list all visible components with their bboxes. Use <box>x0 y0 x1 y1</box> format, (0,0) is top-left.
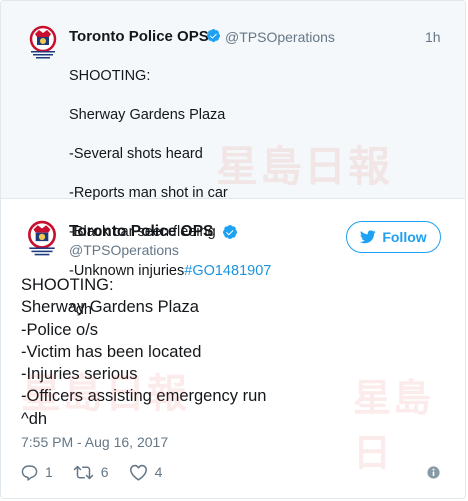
parent-line: -Reports man shot in car <box>69 184 228 201</box>
verified-badge-icon <box>222 225 237 239</box>
like-count: 4 <box>154 464 163 480</box>
reply-icon <box>21 464 38 481</box>
parent-author-handle[interactable]: @TPSOperations <box>225 29 335 45</box>
parent-avatar[interactable] <box>25 25 61 61</box>
twitter-bird-icon <box>360 230 377 244</box>
tweet-timestamp[interactable]: 7:55 PM - Aug 16, 2017 <box>21 434 168 450</box>
verified-badge-icon <box>206 28 221 43</box>
main-author-name[interactable]: Toronto Police OPS <box>69 223 213 241</box>
parent-author-name[interactable]: Toronto Police OPS <box>69 28 209 45</box>
info-icon[interactable] <box>427 466 440 479</box>
parent-time[interactable]: 1h <box>425 29 441 45</box>
police-badge-icon <box>29 25 57 59</box>
tweet-actions: 1 6 4 <box>21 462 182 482</box>
main-tweet-text: SHOOTING: Sherway Gardens Plaza -Police … <box>21 276 267 428</box>
parent-line: Sherway Gardens Plaza <box>69 106 226 123</box>
like-icon <box>129 464 147 481</box>
follow-button[interactable]: Follow <box>346 221 441 253</box>
main-avatar[interactable] <box>23 220 61 258</box>
like-button[interactable]: 4 <box>129 464 163 481</box>
retweet-icon <box>73 465 94 479</box>
parent-tweet[interactable]: Toronto Police OPS @TPSOperations 1h SHO… <box>1 1 465 318</box>
retweet-count: 6 <box>100 464 109 480</box>
reply-button[interactable]: 1 <box>21 464 53 481</box>
reply-count: 1 <box>45 464 53 480</box>
main-author-handle[interactable]: @TPSOperations <box>69 242 179 258</box>
parent-line: SHOOTING: <box>69 67 151 84</box>
embedded-tweet: Toronto Police OPS @TPSOperations 1h SHO… <box>0 0 466 499</box>
police-badge-icon <box>28 220 56 256</box>
parent-line: -Several shots heard <box>69 145 203 162</box>
follow-label: Follow <box>382 229 427 245</box>
retweet-button[interactable]: 6 <box>73 464 109 481</box>
